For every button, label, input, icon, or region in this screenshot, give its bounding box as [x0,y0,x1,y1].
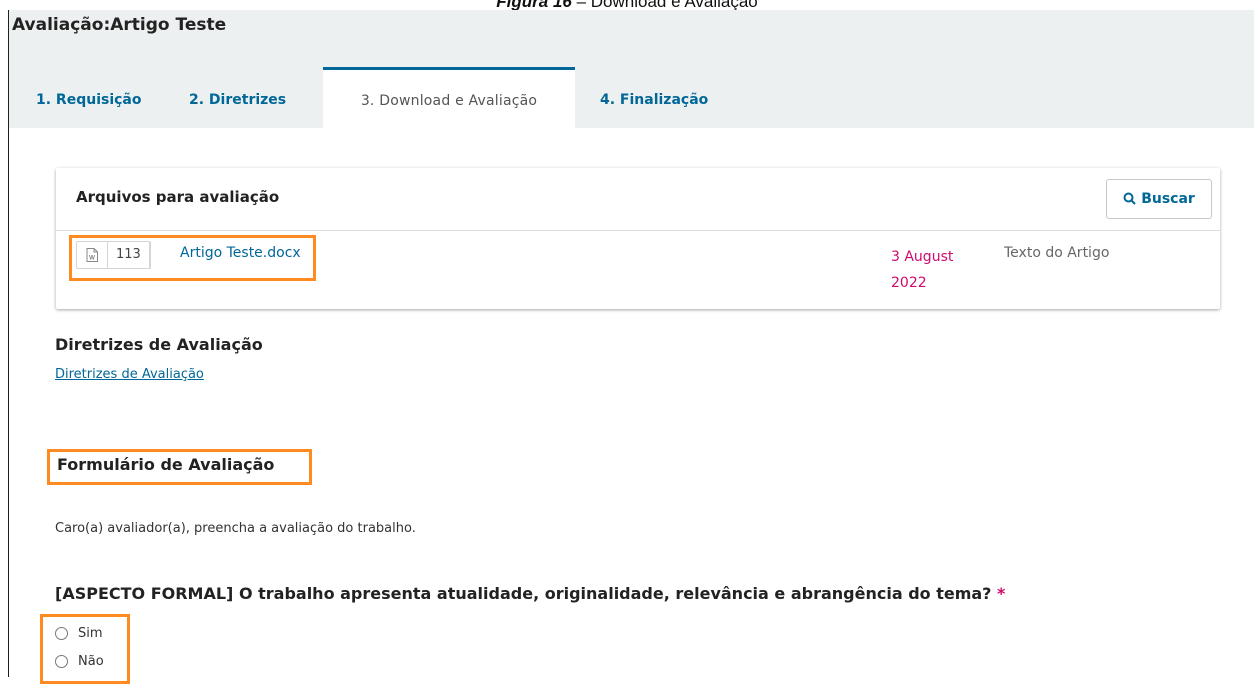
question-text: [ASPECTO FORMAL] O trabalho apresenta at… [55,584,992,603]
form-intro: Caro(a) avaliador(a), preencha a avaliaç… [55,521,416,536]
panel-title: Arquivos para avaliação [76,188,280,206]
highlight-form-heading [47,449,312,485]
highlight-file [69,235,316,281]
guidelines-link[interactable]: Diretrizes de Avaliação [55,367,204,382]
file-date-day: 3 August [891,249,954,265]
page-header: Avaliação:Artigo Teste 1. Requisição 2. … [9,10,1254,128]
review-page: Avaliação:Artigo Teste 1. Requisição 2. … [8,10,1254,684]
question-aspecto-formal: [ASPECTO FORMAL] O trabalho apresenta at… [55,584,1005,603]
guidelines-heading: Diretrizes de Avaliação [55,335,263,354]
search-icon [1123,192,1136,205]
highlight-radio-options [40,614,130,684]
figure-caption: Figura 16 – Download e Avaliação [0,0,1254,10]
page-title: Avaliação:Artigo Teste [12,15,227,35]
tab-finalizacao[interactable]: 4. Finalização [600,67,708,128]
file-date: 3 August 2022 [891,244,971,296]
file-date-year: 2022 [891,275,927,291]
file-type: Texto do Artigo [1004,245,1110,261]
search-button-label: Buscar [1141,191,1195,207]
tab-diretrizes[interactable]: 2. Diretrizes [189,67,286,128]
required-asterisk: * [997,584,1006,603]
panel-header: Arquivos para avaliação Buscar [56,168,1220,231]
tab-requisicao[interactable]: 1. Requisição [36,67,142,128]
tab-download-avaliacao[interactable]: 3. Download e Avaliação [323,67,575,128]
search-button[interactable]: Buscar [1106,179,1212,219]
step-tabs: 1. Requisição 2. Diretrizes 3. Download … [9,67,1254,128]
